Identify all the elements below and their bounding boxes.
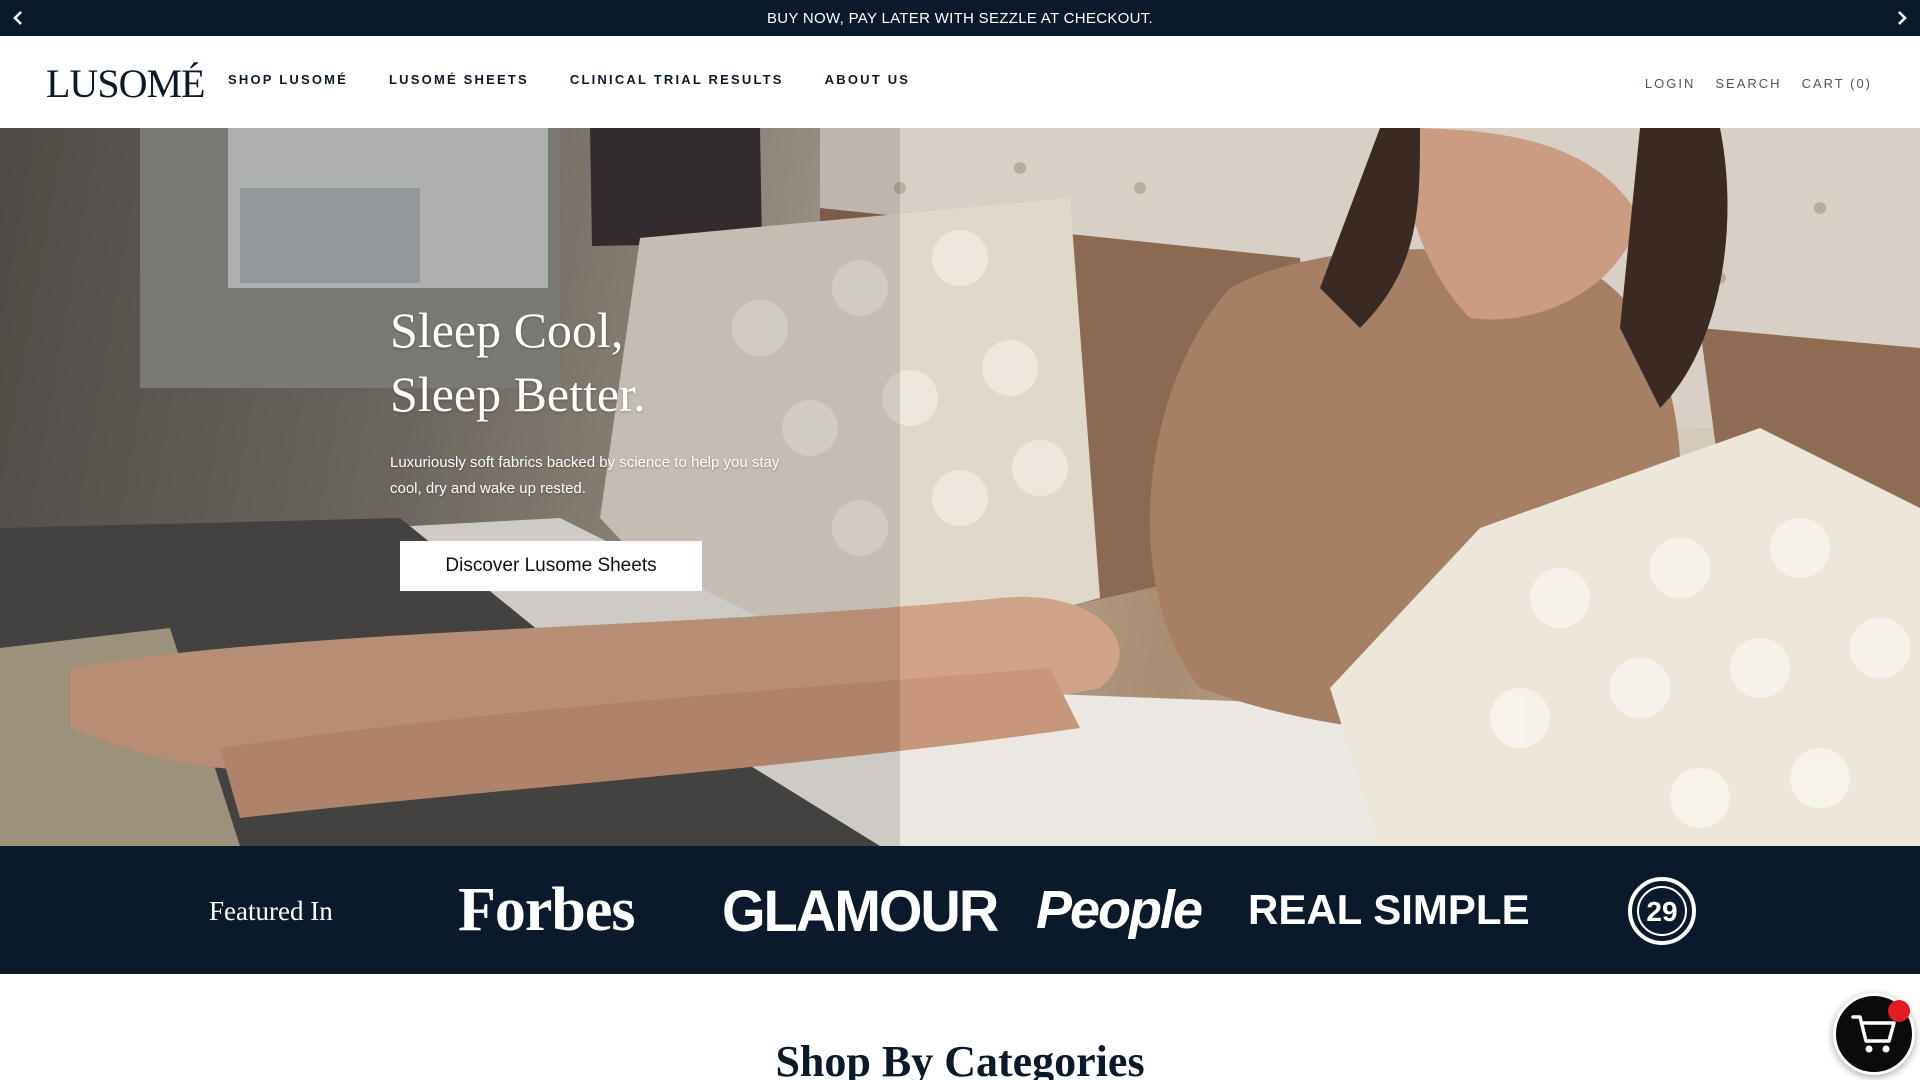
announcement-next-button[interactable]	[1884, 0, 1920, 36]
hero-title-line-2: Sleep Better.	[390, 366, 646, 422]
utility-nav: LOGIN SEARCH CART (0)	[1625, 76, 1872, 91]
featured-in-label: Featured In	[209, 896, 333, 926]
chevron-right-icon	[1898, 11, 1907, 25]
site-logo[interactable]: LUSOMÉ	[46, 60, 205, 107]
hero-title: Sleep Cool, Sleep Better.	[390, 298, 646, 426]
announcement-message[interactable]: BUY NOW, PAY LATER WITH SEZZLE AT CHECKO…	[767, 10, 1153, 27]
discover-sheets-button[interactable]: Discover Lusome Sheets	[400, 541, 702, 591]
shop-by-categories-heading: Shop By Categories	[775, 1037, 1145, 1080]
cart-notification-badge	[1888, 1000, 1910, 1022]
login-link[interactable]: LOGIN	[1645, 76, 1695, 91]
refinery29-logo-text: 29	[1646, 896, 1677, 927]
announcement-prev-button[interactable]	[0, 0, 36, 36]
hero-banner: Sleep Cool, Sleep Better. Luxuriously so…	[0, 128, 1920, 846]
main-nav: SHOP LUSOMÉ LUSOMÉ SHEETS CLINICAL TRIAL…	[228, 72, 951, 87]
chevron-left-icon	[13, 11, 22, 25]
shopping-cart-icon	[1851, 1015, 1896, 1053]
hero-subtitle: Luxuriously soft fabrics backed by scien…	[390, 454, 780, 497]
press-logo-refinery29: 29	[1627, 876, 1697, 946]
press-logo-forbes: Forbes	[458, 875, 636, 944]
floating-cart-button[interactable]	[1833, 993, 1915, 1075]
search-link[interactable]: SEARCH	[1715, 76, 1781, 91]
hero-image	[0, 128, 1920, 846]
nav-about-us[interactable]: ABOUT US	[825, 72, 911, 87]
announcement-bar: BUY NOW, PAY LATER WITH SEZZLE AT CHECKO…	[0, 0, 1920, 36]
press-logo-real-simple: REAL SIMPLE	[1248, 886, 1530, 933]
cart-link[interactable]: CART (0)	[1802, 76, 1872, 91]
nav-lusome-sheets[interactable]: LUSOMÉ SHEETS	[389, 72, 529, 87]
nav-clinical-trial-results[interactable]: CLINICAL TRIAL RESULTS	[570, 72, 784, 87]
nav-shop-lusome[interactable]: SHOP LUSOMÉ	[228, 72, 348, 87]
featured-in-band: Featured In Forbes GLAMOUR People REAL S…	[0, 846, 1920, 974]
press-logo-glamour: GLAMOUR	[722, 876, 999, 944]
press-logo-people: People	[1036, 880, 1203, 940]
site-header: LUSOMÉ SHOP LUSOMÉ LUSOMÉ SHEETS CLINICA…	[0, 36, 1920, 128]
hero-title-line-1: Sleep Cool,	[390, 302, 624, 358]
